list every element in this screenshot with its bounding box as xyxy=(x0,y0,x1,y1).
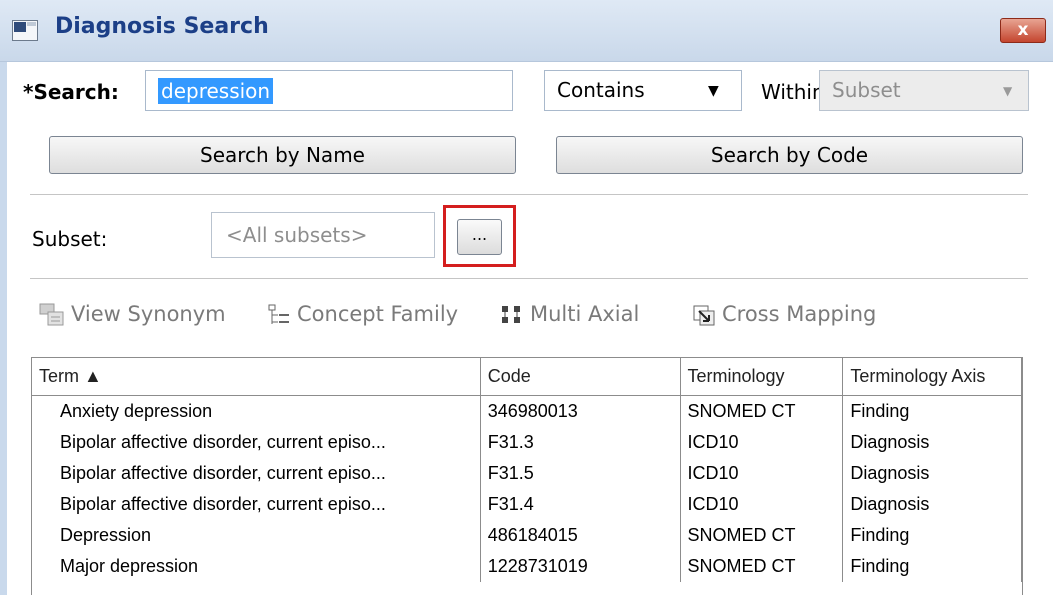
cell-terminology: SNOMED CT xyxy=(680,520,844,551)
column-header-code[interactable]: Code xyxy=(480,358,681,396)
window-app-icon xyxy=(12,20,38,41)
table-row[interactable]: Anxiety depression 346980013 SNOMED CT F… xyxy=(32,395,1022,427)
close-button[interactable]: x xyxy=(1000,18,1046,43)
cross-mapping-icon xyxy=(693,305,715,326)
cell-terminology-axis: Diagnosis xyxy=(842,489,1022,520)
cell-term: Anxiety depression xyxy=(32,395,481,427)
window-left-border xyxy=(0,0,7,595)
column-header-term[interactable]: Term ▲ xyxy=(32,358,481,396)
view-synonym-label: View Synonym xyxy=(71,302,226,326)
search-input-value: depression xyxy=(158,78,274,104)
cross-mapping-label: Cross Mapping xyxy=(722,302,877,326)
cell-code: 486184015 xyxy=(480,520,681,551)
cell-terminology: SNOMED CT xyxy=(680,551,844,582)
search-by-code-button[interactable]: Search by Code xyxy=(556,136,1023,174)
cell-terminology-axis: Diagnosis xyxy=(842,458,1022,489)
title-bar: Diagnosis Search x xyxy=(0,0,1053,62)
search-input[interactable]: depression xyxy=(145,70,513,111)
cell-term: Depression xyxy=(32,520,481,551)
cell-terminology-axis: Finding xyxy=(842,395,1022,427)
multi-axial-label: Multi Axial xyxy=(530,302,640,326)
cell-term: Major depression xyxy=(32,551,481,582)
table-header-row: Term ▲ Code Terminology Terminology Axis xyxy=(32,358,1022,396)
column-header-terminology-axis[interactable]: Terminology Axis xyxy=(842,358,1022,396)
table-row[interactable]: Bipolar affective disorder, current epis… xyxy=(32,458,1022,489)
cell-code: F31.4 xyxy=(480,489,681,520)
divider xyxy=(30,194,1028,195)
multi-axial-icon xyxy=(502,306,520,323)
subset-input[interactable]: <All subsets> xyxy=(211,212,435,258)
search-label: *Search: xyxy=(23,80,119,104)
results-table: Term ▲ Code Terminology Terminology Axis… xyxy=(32,358,1022,582)
concept-family-label: Concept Family xyxy=(297,302,459,326)
match-mode-dropdown[interactable]: Contains ▼ xyxy=(544,70,742,111)
table-row[interactable]: Bipolar affective disorder, current epis… xyxy=(32,489,1022,520)
cell-terminology-axis: Finding xyxy=(842,520,1022,551)
subset-placeholder: <All subsets> xyxy=(226,223,368,247)
cross-mapping-button[interactable]: Cross Mapping xyxy=(692,302,876,327)
cell-code: F31.3 xyxy=(480,427,681,458)
cell-term: Bipolar affective disorder, current epis… xyxy=(32,458,481,489)
cell-code: F31.5 xyxy=(480,458,681,489)
table-row[interactable]: Bipolar affective disorder, current epis… xyxy=(32,427,1022,458)
cell-terminology-axis: Finding xyxy=(842,551,1022,582)
match-mode-value: Contains xyxy=(557,78,645,102)
search-by-name-button[interactable]: Search by Name xyxy=(49,136,516,174)
view-synonym-icon xyxy=(39,303,64,326)
cell-terminology: ICD10 xyxy=(680,458,844,489)
column-header-terminology[interactable]: Terminology xyxy=(680,358,844,396)
chevron-down-icon: ▼ xyxy=(708,83,719,99)
divider xyxy=(30,278,1028,279)
table-row[interactable]: Major depression 1228731019 SNOMED CT Fi… xyxy=(32,551,1022,582)
cell-terminology-axis: Diagnosis xyxy=(842,427,1022,458)
concept-family-button[interactable]: Concept Family xyxy=(267,302,458,327)
multi-axial-button[interactable]: Multi Axial xyxy=(500,302,639,327)
cell-term: Bipolar affective disorder, current epis… xyxy=(32,427,481,458)
results-grid: Term ▲ Code Terminology Terminology Axis… xyxy=(31,357,1023,595)
diagnosis-search-window: Diagnosis Search x *Search: depression C… xyxy=(0,0,1053,595)
cell-terminology: ICD10 xyxy=(680,427,844,458)
chevron-down-icon: ▼ xyxy=(1003,84,1013,98)
within-dropdown[interactable]: Subset ▼ xyxy=(819,70,1029,111)
subset-label: Subset: xyxy=(32,227,108,251)
window-title: Diagnosis Search xyxy=(55,14,269,39)
view-synonym-button[interactable]: View Synonym xyxy=(39,302,226,327)
concept-family-icon xyxy=(268,304,289,324)
within-value: Subset xyxy=(832,78,901,102)
cell-term: Bipolar affective disorder, current epis… xyxy=(32,489,481,520)
table-row[interactable]: Depression 486184015 SNOMED CT Finding xyxy=(32,520,1022,551)
cell-terminology: ICD10 xyxy=(680,489,844,520)
cell-terminology: SNOMED CT xyxy=(680,395,844,427)
cell-code: 346980013 xyxy=(480,395,681,427)
cell-code: 1228731019 xyxy=(480,551,681,582)
browse-subsets-button[interactable]: ... xyxy=(457,219,502,255)
